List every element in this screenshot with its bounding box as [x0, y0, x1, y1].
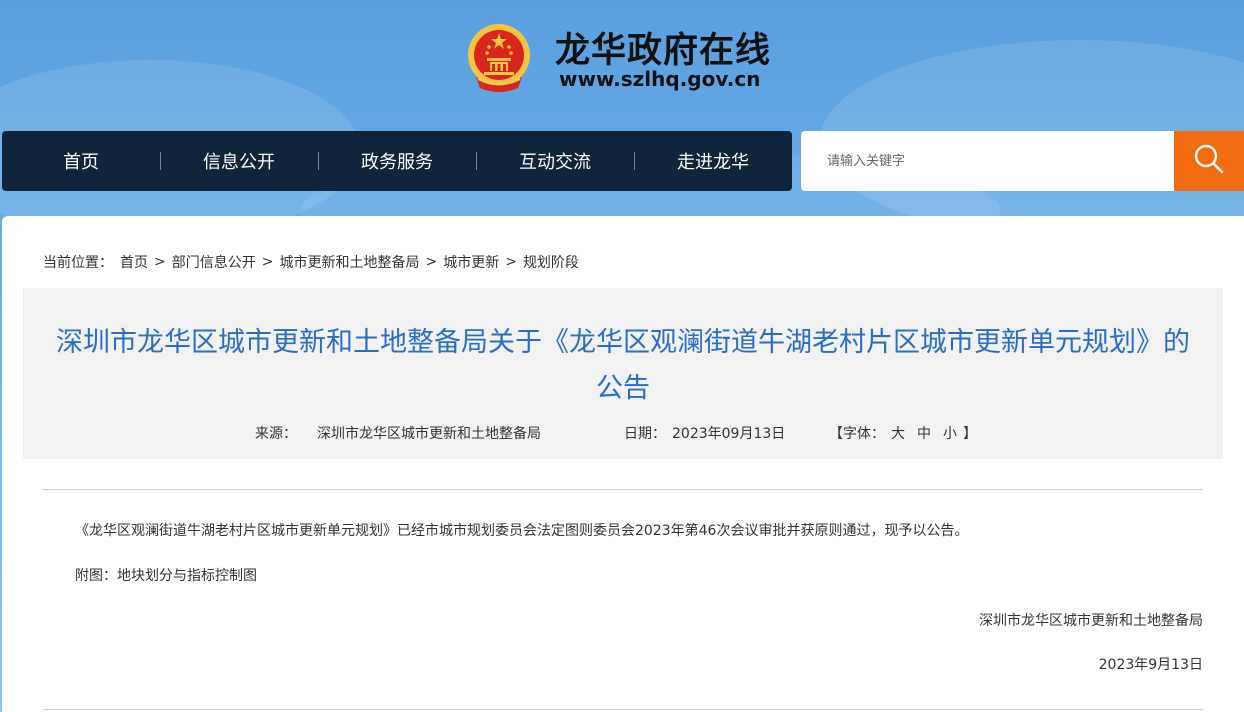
- font-size-medium[interactable]: 中: [917, 426, 931, 442]
- main-nav: 首页 信息公开 政务服务 互动交流 走进龙华: [2, 131, 792, 191]
- divider: [43, 709, 1203, 710]
- font-size-control: 【字体： 大中小】: [829, 423, 977, 443]
- site-title: 龙华政府在线: [555, 31, 772, 71]
- nav-item-about-longhua[interactable]: 走进龙华: [634, 131, 792, 191]
- breadcrumb-separator: >: [261, 254, 274, 270]
- content-panel: 当前位置： 首页 > 部门信息公开 > 城市更新和土地整备局 > 城市更新 > …: [2, 216, 1244, 712]
- font-size-large[interactable]: 大: [891, 426, 905, 442]
- nav-item-info-disclosure[interactable]: 信息公开: [160, 131, 318, 191]
- source-value: 深圳市龙华区城市更新和土地整备局: [317, 426, 541, 442]
- article-title: 深圳市龙华区城市更新和土地整备局关于《龙华区观澜街道牛湖老村片区城市更新单元规划…: [56, 327, 1190, 404]
- breadcrumb: 当前位置： 首页 > 部门信息公开 > 城市更新和土地整备局 > 城市更新 > …: [43, 252, 579, 272]
- signature-org: 深圳市龙华区城市更新和土地整备局: [979, 613, 1203, 629]
- breadcrumb-separator: >: [425, 254, 438, 270]
- article-attachment[interactable]: 附图：地块划分与指标控制图: [75, 565, 257, 585]
- breadcrumb-bureau[interactable]: 城市更新和土地整备局: [279, 252, 419, 272]
- breadcrumb-separator: >: [154, 254, 166, 270]
- search-input[interactable]: [801, 131, 1174, 191]
- breadcrumb-urban-renewal[interactable]: 城市更新: [443, 252, 499, 272]
- font-size-open: 【字体：: [829, 426, 885, 442]
- nav-item-interaction[interactable]: 互动交流: [476, 131, 634, 191]
- signature-date: 2023年9月13日: [1098, 657, 1203, 673]
- divider: [43, 489, 1203, 490]
- date-value: 2023年09月13日: [672, 426, 786, 442]
- font-size-close: 】: [963, 426, 977, 442]
- nav-item-government-services[interactable]: 政务服务: [318, 131, 476, 191]
- search-bar: [801, 131, 1244, 191]
- breadcrumb-home[interactable]: 首页: [120, 252, 148, 272]
- font-size-small[interactable]: 小: [943, 426, 957, 442]
- breadcrumb-dept-info[interactable]: 部门信息公开: [172, 252, 256, 272]
- article-meta: 来源： 深圳市龙华区城市更新和土地整备局 日期： 2023年09月13日 【字体…: [23, 423, 1223, 445]
- search-button[interactable]: [1174, 131, 1244, 191]
- site-url: www.szlhq.gov.cn: [559, 67, 761, 91]
- source-label: 来源：: [255, 426, 297, 442]
- search-icon: [1192, 142, 1226, 180]
- article-header: 深圳市龙华区城市更新和土地整备局关于《龙华区观澜街道牛湖老村片区城市更新单元规划…: [23, 288, 1223, 459]
- breadcrumb-label: 当前位置：: [43, 255, 113, 271]
- breadcrumb-planning-stage[interactable]: 规划阶段: [523, 252, 579, 272]
- article-body: 《龙华区观澜街道牛湖老村片区城市更新单元规划》已经市城市规划委员会法定图则委员会…: [75, 523, 969, 539]
- date-label: 日期：: [624, 426, 666, 442]
- national-emblem-icon: [466, 22, 532, 94]
- breadcrumb-separator: >: [505, 254, 517, 270]
- nav-item-home[interactable]: 首页: [2, 131, 160, 191]
- site-header: 龙华政府在线 www.szlhq.gov.cn: [0, 0, 1244, 120]
